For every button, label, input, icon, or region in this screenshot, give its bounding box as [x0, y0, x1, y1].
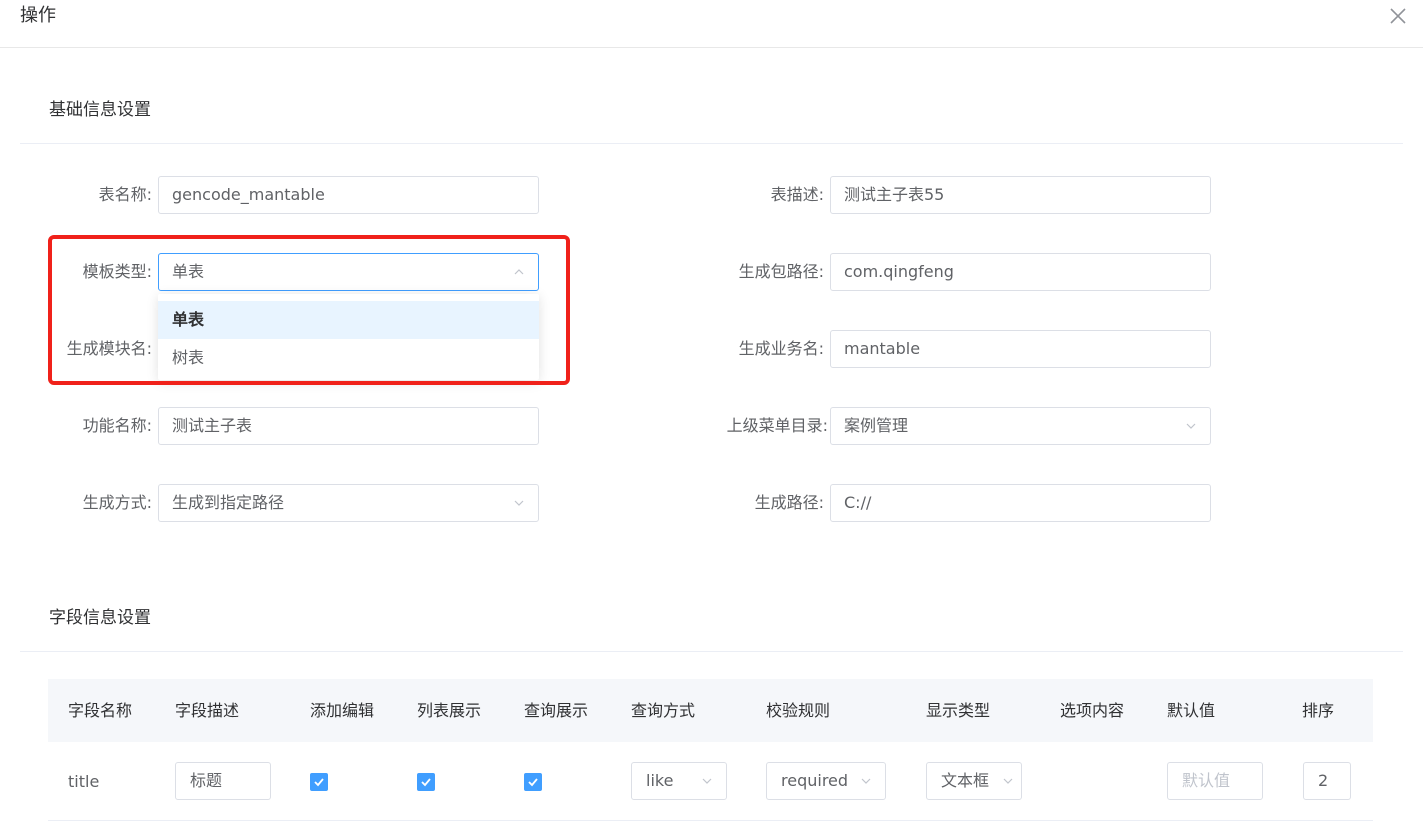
gen-path-input[interactable]: C:// [830, 484, 1211, 522]
table-desc-label: 表描述: [770, 185, 824, 204]
gen-method-value: 生成到指定路径 [172, 493, 285, 512]
function-name-input[interactable]: 测试主子表 [158, 407, 539, 445]
table-name-input[interactable]: gencode_mantable [158, 176, 539, 214]
field-name-cell: title [68, 772, 100, 791]
list-show-checkbox[interactable] [417, 773, 435, 791]
basic-divider [20, 143, 1403, 144]
column-header: 列表展示 [417, 701, 482, 720]
table-desc-input[interactable]: 测试主子表55 [830, 176, 1211, 214]
column-header: 字段描述 [175, 701, 240, 720]
check-icon [421, 778, 431, 787]
field-desc-input[interactable]: 标题 [175, 762, 271, 800]
sort-input[interactable]: 2 [1303, 762, 1351, 800]
fields-section-title: 字段信息设置 [49, 608, 151, 628]
business-name-label: 生成业务名: [738, 339, 824, 358]
gen-method-label: 生成方式: [82, 493, 152, 512]
display-type-select[interactable]: 文本框 [926, 762, 1022, 800]
chevron-down-icon [1003, 778, 1013, 784]
query-method-select[interactable]: like [631, 762, 727, 800]
parent-menu-label: 上级菜单目录: [726, 416, 828, 435]
table-header: 字段名称 字段描述 添加编辑 列表展示 查询展示 查询方式 校验规则 显示类型 … [48, 679, 1373, 742]
chevron-down-icon [702, 778, 712, 784]
column-header: 字段名称 [68, 701, 133, 720]
gen-path-label: 生成路径: [754, 493, 824, 512]
column-header: 默认值 [1167, 701, 1216, 720]
column-header: 添加编辑 [310, 701, 375, 720]
package-path-label: 生成包路径: [738, 262, 824, 281]
dialog-title: 操作 [20, 5, 56, 26]
package-path-input[interactable]: com.qingfeng [830, 253, 1211, 291]
chevron-down-icon [514, 500, 524, 506]
function-name-label: 功能名称: [82, 416, 152, 435]
validate-select[interactable]: required [766, 762, 886, 800]
gen-method-select[interactable]: 生成到指定路径 [158, 484, 539, 522]
table-row: title 标题 like required 文本框 默认值 2 [48, 742, 1373, 821]
display-type-value: 文本框 [941, 771, 990, 790]
basic-section-title: 基础信息设置 [49, 100, 151, 120]
business-name-input[interactable]: mantable [830, 330, 1211, 368]
highlight-box [48, 235, 570, 385]
chevron-down-icon [861, 778, 871, 784]
validate-value: required [781, 771, 849, 790]
close-icon[interactable] [1386, 4, 1410, 28]
column-header: 显示类型 [926, 701, 991, 720]
chevron-down-icon [1186, 423, 1196, 429]
check-icon [314, 778, 324, 787]
parent-menu-value: 案例管理 [844, 416, 909, 435]
column-header: 选项内容 [1060, 701, 1125, 720]
table-name-label: 表名称: [98, 185, 152, 204]
column-header: 校验规则 [766, 701, 831, 720]
query-show-checkbox[interactable] [524, 773, 542, 791]
query-method-value: like [646, 771, 674, 790]
add-edit-checkbox[interactable] [310, 773, 328, 791]
column-header: 排序 [1302, 701, 1335, 720]
default-value-input[interactable]: 默认值 [1167, 762, 1263, 800]
column-header: 查询方式 [631, 701, 696, 720]
check-icon [528, 778, 538, 787]
parent-menu-select[interactable]: 案例管理 [830, 407, 1211, 445]
column-header: 查询展示 [524, 701, 589, 720]
dialog-header [0, 0, 1423, 48]
fields-divider [20, 651, 1403, 652]
